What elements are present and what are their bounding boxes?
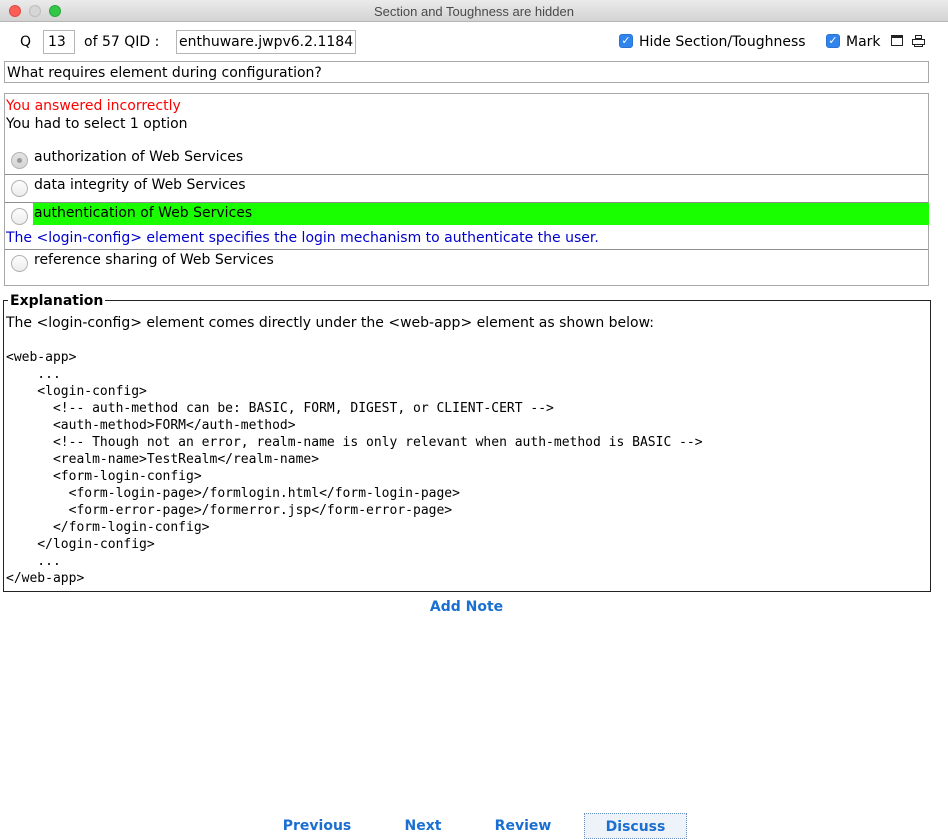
window-icon[interactable] (891, 35, 903, 46)
option-radio[interactable] (11, 180, 28, 197)
option-radio[interactable] (11, 208, 28, 225)
option-row[interactable]: data integrity of Web Services (5, 174, 928, 200)
add-note-link[interactable]: Add Note (0, 599, 933, 615)
options-panel: You answered incorrectly You had to sele… (4, 93, 929, 286)
explanation-panel: Explanation The <login-config> element c… (3, 294, 931, 592)
result-message: You answered incorrectly (6, 98, 181, 114)
question-count-label: of 57 QID : (84, 34, 160, 50)
title-bar: Section and Toughness are hidden (0, 0, 948, 22)
hide-section-label[interactable]: Hide Section/Toughness (639, 34, 806, 50)
mark-label[interactable]: Mark (846, 34, 881, 50)
discuss-button[interactable]: Discuss (584, 813, 687, 839)
mark-checkbox[interactable]: ✓ (826, 34, 840, 48)
option-row[interactable]: authorization of Web Services (5, 146, 928, 172)
window-title: Section and Toughness are hidden (374, 4, 574, 19)
option-radio[interactable] (11, 255, 28, 272)
option-radio[interactable] (11, 152, 28, 169)
select-instruction: You had to select 1 option (6, 116, 188, 132)
option-row[interactable]: reference sharing of Web Services (5, 249, 928, 275)
correct-option-explanation: The <login-config> element specifies the… (6, 230, 599, 246)
explanation-code: <web-app> ... <login-config> <!-- auth-m… (6, 350, 703, 586)
hide-section-checkbox[interactable]: ✓ (619, 34, 633, 48)
next-button[interactable]: Next (388, 813, 458, 839)
question-number-label: Q (20, 34, 32, 50)
question-text: What requires element during configurati… (4, 61, 929, 83)
print-icon[interactable] (912, 35, 925, 47)
previous-button[interactable]: Previous (272, 813, 362, 839)
option-label[interactable]: reference sharing of Web Services (33, 250, 274, 272)
explanation-intro: The <login-config> element comes directl… (6, 315, 654, 331)
explanation-title: Explanation (8, 293, 106, 309)
qid-field[interactable] (176, 30, 356, 54)
question-toolbar: Q of 57 QID : ✓ Hide Section/Toughness ✓… (0, 22, 948, 60)
option-label[interactable]: authentication of Web Services (33, 203, 929, 225)
review-button[interactable]: Review (483, 813, 563, 839)
option-label[interactable]: authorization of Web Services (33, 147, 243, 169)
option-row-correct[interactable]: authentication of Web Services (5, 202, 929, 228)
question-number-input[interactable] (43, 30, 75, 54)
option-label[interactable]: data integrity of Web Services (33, 175, 246, 197)
